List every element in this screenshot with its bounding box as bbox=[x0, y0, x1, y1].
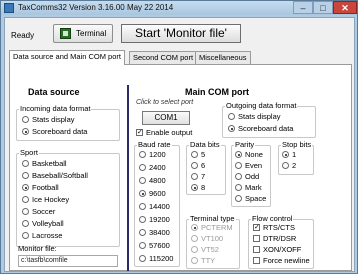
flow-dtr-dsr-checkbox[interactable]: DTR/DSR bbox=[253, 234, 296, 244]
baud-19200-radio[interactable]: 19200 bbox=[139, 215, 170, 225]
tab-second-com-port[interactable]: Second COM port bbox=[129, 51, 198, 64]
incoming-format-title: Incoming data format bbox=[19, 104, 92, 113]
outgoing-scoreboard-radio[interactable]: Scoreboard data bbox=[228, 124, 293, 134]
terminal-vt52-radio[interactable]: VT52 bbox=[191, 245, 219, 255]
app-icon bbox=[4, 3, 14, 13]
sport-baseball-radio[interactable]: Baseball/Softball bbox=[22, 171, 88, 181]
sport-basketball-radio[interactable]: Basketball bbox=[22, 159, 67, 169]
parity-title: Parity bbox=[234, 140, 256, 149]
sport-soccer-radio[interactable]: Soccer bbox=[22, 207, 55, 217]
close-button[interactable]: ✕ bbox=[333, 1, 357, 14]
outgoing-format-title: Outgoing data format bbox=[225, 101, 298, 110]
terminal-icon bbox=[60, 28, 71, 39]
parity-mark-radio[interactable]: Mark bbox=[235, 183, 262, 193]
window-title: TaxComms32 Version 3.16.00 May 22 2014 bbox=[18, 3, 174, 12]
data-bits-6-radio[interactable]: 6 bbox=[191, 161, 205, 171]
sport-lacrosse-radio[interactable]: Lacrosse bbox=[22, 231, 62, 241]
baud-38400-radio[interactable]: 38400 bbox=[139, 228, 170, 238]
baud-rate-title: Baud rate bbox=[137, 140, 172, 149]
baud-4800-radio[interactable]: 4800 bbox=[139, 176, 166, 186]
stop-bits-title: Stop bits bbox=[281, 140, 313, 149]
flow-force-newline-checkbox[interactable]: Force newline bbox=[253, 256, 310, 266]
enable-output-checkbox[interactable]: Enable output bbox=[136, 128, 192, 138]
maximize-button[interactable]: □ bbox=[313, 1, 333, 14]
terminal-vt100-radio[interactable]: VT100 bbox=[191, 234, 223, 244]
baud-57600-radio[interactable]: 57600 bbox=[139, 241, 170, 251]
column-separator bbox=[127, 85, 129, 271]
flow-xon-xoff-checkbox[interactable]: XON/XOFF bbox=[253, 245, 301, 255]
terminal-tty-radio[interactable]: TTY bbox=[191, 256, 215, 266]
data-bits-title: Data bits bbox=[189, 140, 221, 149]
monitor-file-label: Monitor file: bbox=[18, 244, 57, 253]
terminal-type-title: Terminal type bbox=[189, 214, 236, 223]
flow-rts-cts-checkbox[interactable]: RTS/CTS bbox=[253, 223, 295, 233]
data-bits-7-radio[interactable]: 7 bbox=[191, 172, 205, 182]
sport-title: Sport bbox=[19, 148, 39, 157]
outgoing-stats-display-radio[interactable]: Stats display bbox=[228, 112, 281, 122]
incoming-scoreboard-radio[interactable]: Scoreboard data bbox=[22, 127, 87, 137]
incoming-stats-display-radio[interactable]: Stats display bbox=[22, 115, 75, 125]
select-port-hint: Click to select port bbox=[136, 99, 194, 106]
baud-9600-radio[interactable]: 9600 bbox=[139, 189, 166, 199]
baud-14400-radio[interactable]: 14400 bbox=[139, 202, 170, 212]
data-bits-8-radio[interactable]: 8 bbox=[191, 183, 205, 193]
client-area: Ready Terminal Start 'Monitor file' Data… bbox=[4, 17, 355, 272]
stop-bits-2-radio[interactable]: 2 bbox=[282, 161, 296, 171]
baud-2400-radio[interactable]: 2400 bbox=[139, 163, 166, 173]
parity-none-radio[interactable]: None bbox=[235, 150, 263, 160]
sport-volleyball-radio[interactable]: Volleyball bbox=[22, 219, 64, 229]
data-bits-5-radio[interactable]: 5 bbox=[191, 150, 205, 160]
minimize-button[interactable]: – bbox=[293, 1, 313, 14]
terminal-button-label: Terminal bbox=[76, 29, 107, 38]
main-com-heading: Main COM port bbox=[185, 87, 249, 97]
tab-panel: Data source Incoming data format Stats d… bbox=[9, 64, 352, 271]
com-port-button[interactable]: COM1 bbox=[142, 111, 190, 125]
flow-control-title: Flow control bbox=[251, 214, 294, 223]
terminal-button[interactable]: Terminal bbox=[53, 24, 113, 43]
sport-ice-hockey-radio[interactable]: Ice Hockey bbox=[22, 195, 69, 205]
tab-miscellaneous[interactable]: Miscellaneous bbox=[195, 51, 251, 64]
baud-1200-radio[interactable]: 1200 bbox=[139, 150, 166, 160]
app-window: TaxComms32 Version 3.16.00 May 22 2014 –… bbox=[0, 0, 358, 274]
sport-football-radio[interactable]: Football bbox=[22, 183, 59, 193]
parity-odd-radio[interactable]: Odd bbox=[235, 172, 259, 182]
terminal-pcterm-radio[interactable]: PCTERM bbox=[191, 223, 233, 233]
data-source-heading: Data source bbox=[28, 87, 80, 97]
monitor-file-input[interactable]: c:\tasfb\comfile bbox=[18, 255, 118, 267]
start-monitor-file-button[interactable]: Start 'Monitor file' bbox=[121, 24, 241, 43]
baud-115200-radio[interactable]: 115200 bbox=[139, 254, 173, 264]
status-text: Ready bbox=[11, 31, 35, 40]
title-bar[interactable]: TaxComms32 Version 3.16.00 May 22 2014 –… bbox=[1, 1, 357, 15]
parity-even-radio[interactable]: Even bbox=[235, 161, 262, 171]
stop-bits-1-radio[interactable]: 1 bbox=[282, 150, 296, 160]
parity-space-radio[interactable]: Space bbox=[235, 194, 266, 204]
tab-data-source-main-com[interactable]: Data source and Main COM port bbox=[9, 50, 125, 65]
